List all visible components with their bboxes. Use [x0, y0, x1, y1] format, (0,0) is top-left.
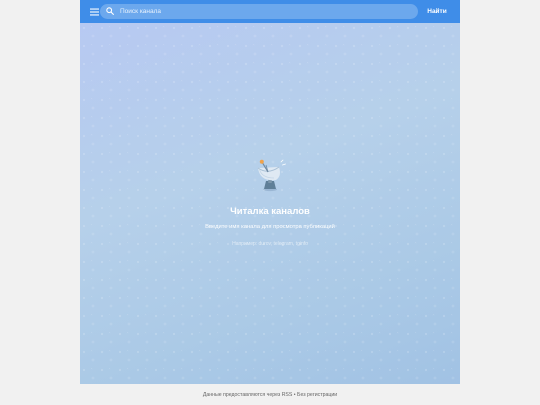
search-icon	[106, 6, 116, 17]
footer-note: Данные предоставляются через RSS • Без р…	[202, 391, 338, 398]
search-box[interactable]	[100, 4, 418, 19]
search-input[interactable]	[120, 4, 418, 19]
hamburger-menu-icon	[89, 8, 99, 15]
empty-state-example: Например: durov, telegram, tginfo	[232, 241, 308, 247]
app-window: Найти	[80, 0, 460, 384]
top-bar: Найти	[80, 0, 460, 23]
satellite-dish-icon	[257, 159, 286, 192]
empty-state: Читалка каналов Введите имя канала для п…	[80, 158, 460, 247]
feed-area: Читалка каналов Введите имя канала для п…	[80, 23, 460, 384]
empty-state-title: Читалка каналов	[230, 206, 310, 217]
empty-state-subtitle: Введите имя канала для просмотра публика…	[205, 224, 335, 230]
find-button[interactable]: Найти	[420, 0, 454, 23]
